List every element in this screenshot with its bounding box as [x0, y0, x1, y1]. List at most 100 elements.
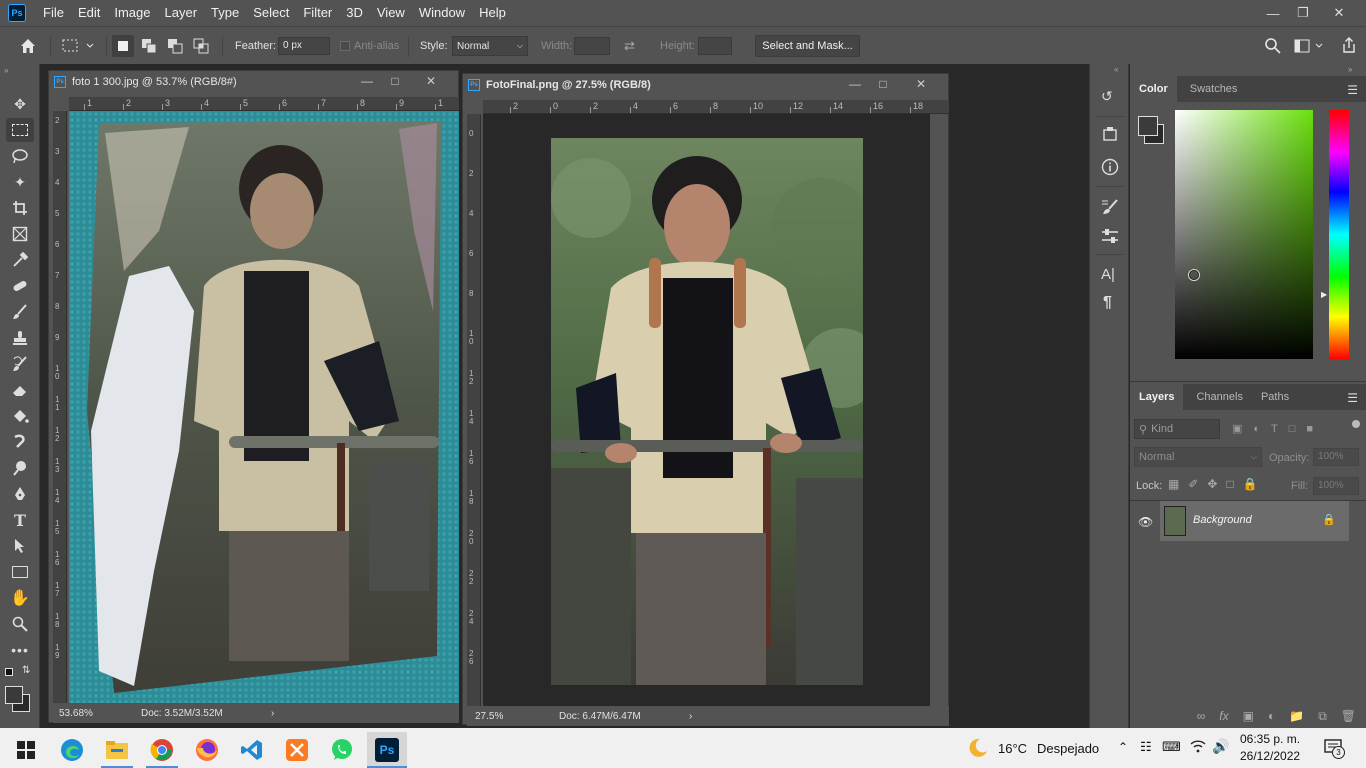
photoshop-taskbar-icon[interactable]: Ps	[367, 732, 407, 768]
lock-icons[interactable]: ▦✐✥□🔒	[1168, 477, 1267, 491]
vscode-icon[interactable]	[232, 732, 272, 768]
trash-icon[interactable]: 🗑	[1341, 709, 1356, 723]
clock-time[interactable]: 06:35 p. m.	[1240, 732, 1300, 746]
close-icon[interactable]: ✕	[1322, 0, 1356, 26]
menu-window[interactable]: Window	[412, 0, 472, 26]
marquee-preset-icon[interactable]	[60, 36, 96, 56]
dodge-tool-icon[interactable]	[6, 456, 34, 480]
feather-input[interactable]: 0 px	[278, 37, 330, 55]
marquee-tool-icon[interactable]	[6, 118, 34, 142]
hand-tool-icon[interactable]: ✋	[6, 586, 34, 610]
eye-icon[interactable]: 👁	[1138, 515, 1153, 529]
panel-menu-icon[interactable]: ☰	[1347, 391, 1358, 405]
tray-chevron-icon[interactable]: ⌃	[1118, 740, 1128, 754]
color-picker-handle[interactable]	[1189, 270, 1199, 280]
menu-edit[interactable]: Edit	[71, 0, 107, 26]
document-window-1[interactable]: Ps foto 1 300.jpg @ 53.7% (RGB/8#) — □ ✕…	[48, 70, 459, 723]
close-icon[interactable]: ✕	[417, 71, 445, 91]
tab-paths[interactable]: Paths	[1252, 384, 1298, 410]
swap-colors-icon[interactable]: ⇅	[22, 665, 30, 676]
workspace-icon[interactable]	[1294, 37, 1324, 55]
restore-icon[interactable]: ❐	[1286, 0, 1320, 26]
volume-icon[interactable]: 🔊	[1212, 738, 1229, 755]
close-icon[interactable]: ✕	[907, 74, 935, 94]
new-layer-icon[interactable]: ⧉	[1318, 709, 1327, 724]
minimize-icon[interactable]: —	[353, 71, 381, 91]
subtract-selection-icon[interactable]	[166, 37, 184, 55]
menu-view[interactable]: View	[370, 0, 412, 26]
menu-layer[interactable]: Layer	[158, 0, 205, 26]
canvas-original-photo[interactable]	[69, 111, 459, 703]
new-group-icon[interactable]: 📁	[1289, 709, 1304, 723]
tab-color[interactable]: Color	[1130, 76, 1177, 102]
file-explorer-icon[interactable]	[97, 732, 137, 768]
menu-help[interactable]: Help	[472, 0, 513, 26]
document-titlebar[interactable]: Ps FotoFinal.png @ 27.5% (RGB/8) — □ ✕	[463, 74, 948, 96]
history-brush-tool-icon[interactable]	[6, 352, 34, 376]
hue-slider[interactable]	[1329, 110, 1349, 359]
fx-icon[interactable]: fx	[1219, 709, 1228, 723]
color-foreground-swatch[interactable]	[1138, 116, 1158, 136]
paint-bucket-tool-icon[interactable]	[6, 404, 34, 428]
menu-image[interactable]: Image	[107, 0, 157, 26]
document-window-2[interactable]: Ps FotoFinal.png @ 27.5% (RGB/8) — □ ✕ 2…	[462, 73, 949, 726]
tab-swatches[interactable]: Swatches	[1181, 76, 1247, 102]
zoom-level[interactable]: 27.5%	[475, 711, 559, 722]
fill-input[interactable]: 100%	[1313, 477, 1359, 495]
swap-icon[interactable]: ⇄	[624, 38, 642, 54]
whatsapp-icon[interactable]	[322, 732, 362, 768]
frame-tool-icon[interactable]	[6, 222, 34, 246]
new-selection-icon[interactable]	[112, 35, 134, 57]
menu-type[interactable]: Type	[204, 0, 246, 26]
eraser-tool-icon[interactable]	[6, 378, 34, 402]
eyedropper-tool-icon[interactable]	[6, 248, 34, 272]
zoom-tool-icon[interactable]	[6, 612, 34, 636]
color-field[interactable]	[1175, 110, 1313, 359]
panel-menu-icon[interactable]: ☰	[1347, 83, 1358, 97]
chevron-right-icon[interactable]: ›	[689, 711, 692, 722]
add-mask-icon[interactable]: ▣	[1243, 709, 1254, 723]
edge-browser-icon[interactable]	[52, 732, 92, 768]
clock-date[interactable]: 26/12/2022	[1240, 749, 1300, 763]
collapse-icon[interactable]: «	[1114, 65, 1118, 74]
antialias-checkbox[interactable]	[340, 41, 350, 51]
link-layers-icon[interactable]: ∞	[1197, 709, 1206, 723]
pen-tool-icon[interactable]	[6, 482, 34, 506]
style-select[interactable]: Normal ⌵	[452, 36, 528, 56]
share-icon[interactable]	[1340, 36, 1358, 54]
maximize-icon[interactable]: □	[381, 71, 409, 91]
clone-stamp-tool-icon[interactable]	[6, 326, 34, 350]
character-icon[interactable]: A|	[1101, 266, 1123, 284]
notification-icon[interactable]: 3	[1324, 738, 1345, 759]
layer-name[interactable]: Background	[1193, 514, 1252, 526]
meet-icon[interactable]: ☷	[1140, 739, 1152, 755]
adjustments-icon[interactable]	[1101, 227, 1119, 245]
chrome-icon[interactable]	[142, 732, 182, 768]
opacity-input[interactable]: 100%	[1313, 448, 1359, 466]
width-input[interactable]	[574, 37, 610, 55]
weather-text[interactable]: Despejado	[1037, 741, 1099, 756]
history-icon[interactable]: ↺	[1101, 88, 1119, 106]
magic-wand-tool-icon[interactable]: ✦	[6, 170, 34, 194]
layer-row-selected[interactable]: Background 🔒	[1160, 501, 1349, 541]
more-tools-icon[interactable]: •••	[6, 638, 34, 662]
maximize-icon[interactable]: □	[869, 74, 897, 94]
tab-channels[interactable]: Channels	[1187, 384, 1251, 410]
firefox-icon[interactable]	[187, 732, 227, 768]
healing-brush-tool-icon[interactable]	[6, 274, 34, 298]
rectangle-tool-icon[interactable]	[6, 560, 34, 584]
type-tool-icon[interactable]: T	[6, 508, 34, 532]
height-input[interactable]	[698, 37, 732, 55]
intersect-selection-icon[interactable]	[192, 37, 210, 55]
hue-slider-handle[interactable]: ▶	[1321, 290, 1327, 299]
minimize-icon[interactable]: —	[1256, 0, 1290, 26]
paragraph-icon[interactable]: ¶	[1103, 294, 1121, 312]
add-to-selection-icon[interactable]	[140, 37, 158, 55]
canvas-restored-photo[interactable]	[551, 138, 863, 685]
path-selection-tool-icon[interactable]	[6, 534, 34, 558]
keyboard-icon[interactable]: ⌨	[1162, 739, 1181, 755]
info-icon[interactable]	[1101, 158, 1119, 176]
collapse-icon[interactable]: »	[1348, 65, 1352, 74]
minimize-icon[interactable]: —	[841, 74, 869, 94]
tab-layers[interactable]: Layers	[1130, 384, 1184, 410]
